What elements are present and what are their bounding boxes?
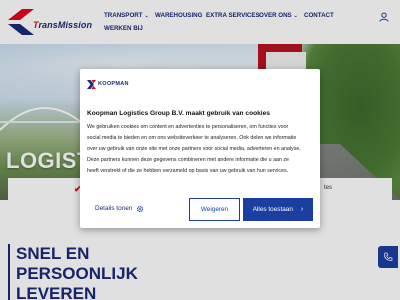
- cookie-title: Koopman Logistics Group B.V. maakt gebru…: [87, 110, 270, 117]
- details-toggle-link[interactable]: Details tonen: [95, 205, 132, 212]
- cookie-description: We gebruiken cookies om content en adver…: [87, 124, 301, 175]
- cookie-consent-dialog: KOOPMAN Koopman Logistics Group B.V. maa…: [80, 69, 320, 228]
- accept-all-button[interactable]: Alles toestaan ›: [243, 198, 313, 221]
- reject-button[interactable]: Weigeren: [189, 198, 240, 221]
- gear-icon[interactable]: [136, 205, 144, 213]
- koopman-logo-icon: [87, 80, 96, 89]
- chevron-right-icon: ›: [300, 206, 304, 213]
